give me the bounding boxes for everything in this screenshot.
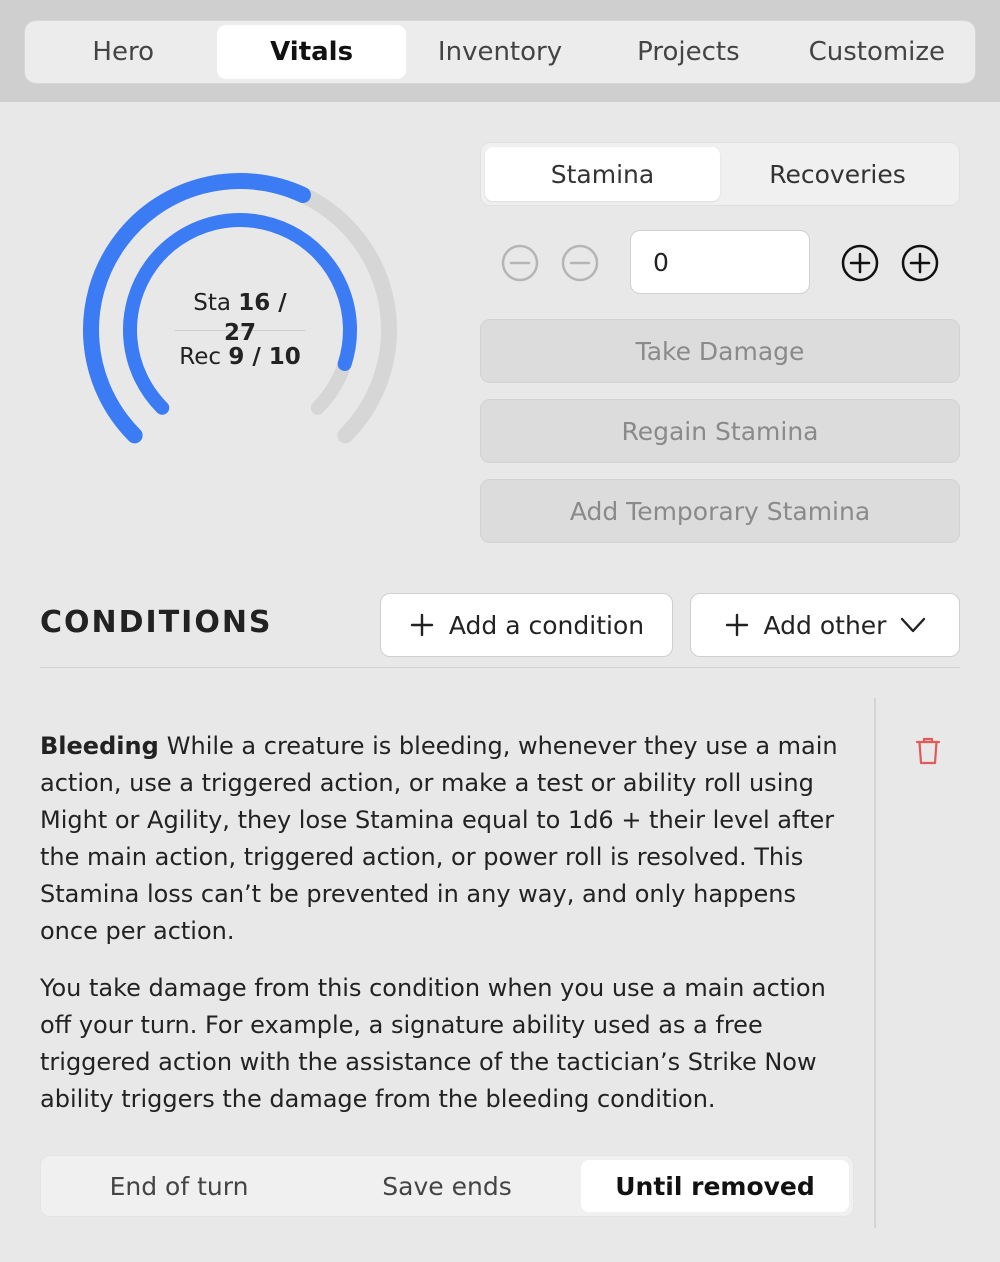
mode-recoveries[interactable]: Recoveries [720,147,955,201]
duration-save-ends[interactable]: Save ends [313,1160,581,1212]
plus-icon [725,613,748,637]
stamina-value: 16 / 27 [223,290,287,346]
plus-circle-icon[interactable] [840,243,880,283]
top-bar: Hero Vitals Inventory Projects Customize [0,0,1000,102]
tab-hero[interactable]: Hero [29,25,217,79]
recoveries-label: Rec [179,344,221,370]
tab-customize[interactable]: Customize [783,25,971,79]
tab-projects[interactable]: Projects [594,25,782,79]
condition-description-text: While a creature is bleeding, whenever t… [40,732,838,945]
condition-card: Bleeding While a creature is bleeding, wh… [40,728,850,1138]
add-temporary-stamina-button[interactable]: Add Temporary Stamina [480,479,960,543]
condition-description: Bleeding While a creature is bleeding, wh… [40,728,850,950]
vitals-mode-toggle: Stamina Recoveries [480,142,960,206]
trash-icon[interactable] [914,736,942,766]
tab-inventory[interactable]: Inventory [406,25,594,79]
condition-name: Bleeding [40,732,159,760]
gauge-readout: Sta 16 / 27 Rec 9 / 10 [175,288,305,372]
duration-end-of-turn[interactable]: End of turn [45,1160,313,1212]
minus-circle-icon[interactable] [500,243,540,283]
main-tabs: Hero Vitals Inventory Projects Customize [24,20,976,84]
conditions-heading: CONDITIONS [40,605,273,640]
conditions-divider [40,667,960,668]
add-condition-label: Add a condition [448,610,645,640]
amount-input[interactable]: 0 [630,230,810,294]
duration-until-removed[interactable]: Until removed [581,1160,849,1212]
condition-vertical-divider [874,698,876,1228]
recoveries-readout: Rec 9 / 10 [175,342,305,372]
add-condition-button[interactable]: Add a condition [380,593,673,657]
vitals-gauge: Sta 16 / 27 Rec 9 / 10 [80,170,400,470]
condition-note: You take damage from this condition when… [40,974,826,1113]
duration-toggle: End of turn Save ends Until removed [40,1155,854,1217]
minus-circle-icon[interactable] [560,243,600,283]
chevron-down-icon [901,617,926,633]
take-damage-button[interactable]: Take Damage [480,319,960,383]
add-other-label: Add other [763,610,887,640]
mode-stamina[interactable]: Stamina [485,147,720,201]
tab-vitals[interactable]: Vitals [217,25,406,79]
regain-stamina-button[interactable]: Regain Stamina [480,399,960,463]
stamina-label: Sta [193,290,231,316]
stamina-readout: Sta 16 / 27 [175,288,305,346]
plus-circle-icon[interactable] [900,243,940,283]
add-other-dropdown[interactable]: Add other [690,593,960,657]
plus-icon [410,613,434,637]
recoveries-value: 9 / 10 [228,344,301,370]
